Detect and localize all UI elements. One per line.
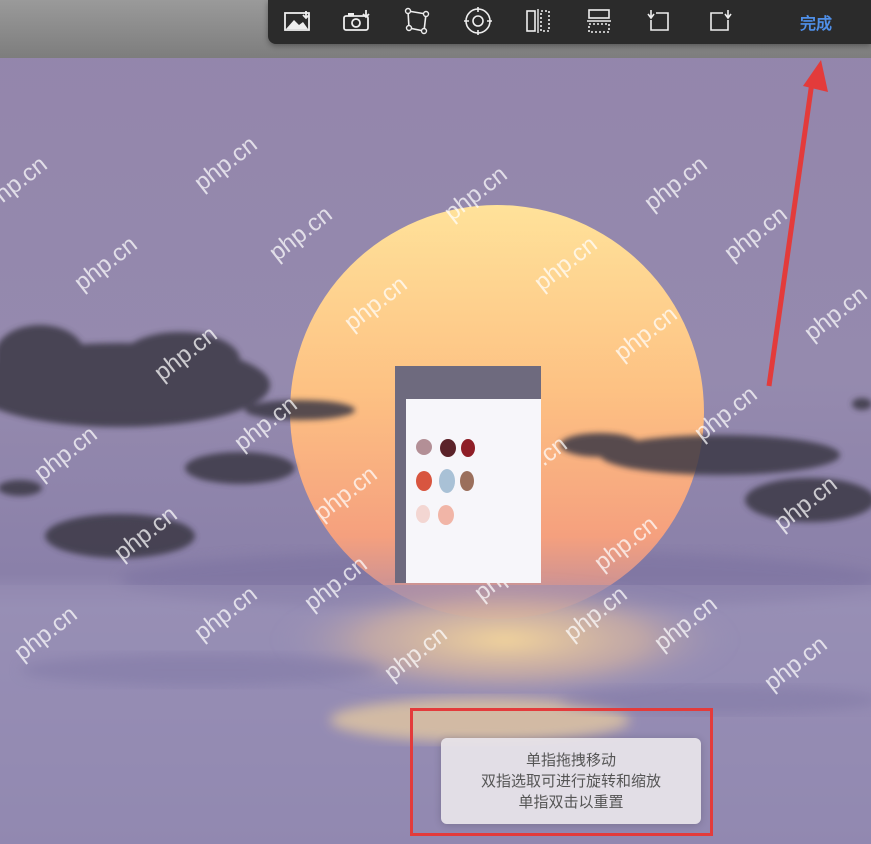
color-swatch xyxy=(460,471,474,491)
rotate-right-icon[interactable] xyxy=(704,6,736,36)
done-button[interactable]: 完成 xyxy=(800,10,832,34)
color-swatch xyxy=(438,505,454,525)
flip-vertical-icon[interactable] xyxy=(583,6,615,36)
color-swatch xyxy=(416,471,432,491)
color-swatch xyxy=(416,505,430,523)
rotate-left-icon[interactable] xyxy=(643,6,675,36)
color-swatch xyxy=(439,469,455,493)
palette-header xyxy=(395,366,541,399)
color-swatch xyxy=(461,439,475,457)
palette-card xyxy=(406,399,541,583)
free-transform-icon[interactable] xyxy=(401,6,433,36)
palette-edge xyxy=(395,399,406,583)
annotation-highlight-box xyxy=(410,708,713,836)
warp-target-icon[interactable] xyxy=(462,6,494,36)
image-import-icon[interactable] xyxy=(282,6,314,36)
inserted-image-palette[interactable] xyxy=(395,366,541,583)
color-swatch xyxy=(416,439,432,455)
color-swatch xyxy=(440,439,456,457)
flip-horizontal-icon[interactable] xyxy=(522,6,554,36)
transform-toolbar xyxy=(268,0,871,44)
camera-import-icon[interactable] xyxy=(341,6,373,36)
